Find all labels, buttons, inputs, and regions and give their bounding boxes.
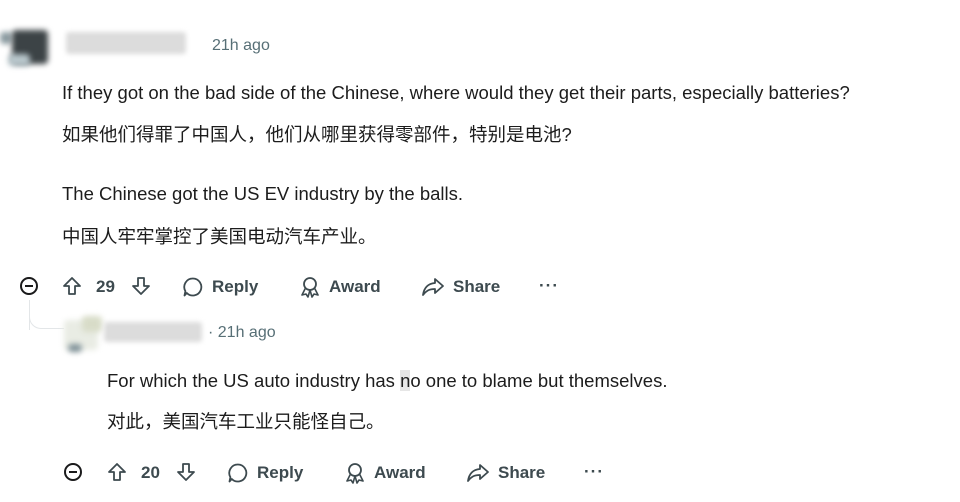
share-label: Share: [453, 277, 501, 296]
reply-timestamp: · 21h ago: [208, 324, 276, 341]
username-blurred[interactable]: [66, 32, 186, 54]
reply-downvote-button[interactable]: [176, 462, 196, 482]
speech-bubble-icon: [183, 277, 203, 297]
reply-avatar[interactable]: [64, 314, 104, 356]
upvote-button[interactable]: [62, 276, 82, 296]
reply-more-options-button[interactable]: ···: [584, 462, 604, 482]
arrow-up-icon: [63, 277, 81, 295]
reply-text-part-a: For which the US auto industry has: [107, 370, 401, 391]
vote-count: 29: [96, 277, 115, 296]
reply-text-line-2: 对此，美国汽车工业只能怪自己。: [107, 411, 385, 432]
reply-reply-label: Reply: [257, 463, 304, 482]
comment-timestamp: 21h ago: [212, 37, 270, 54]
arrow-down-icon: [132, 277, 150, 295]
reply-username-blurred[interactable]: [104, 322, 202, 342]
reply-share-button[interactable]: Share: [466, 462, 545, 484]
comment-text-line-4: 中国人牢牢掌控了美国电动汽车产业。: [62, 226, 377, 247]
downvote-button[interactable]: [131, 276, 151, 296]
reply-text-highlight: n: [400, 370, 411, 391]
reply-reply-button[interactable]: Reply: [227, 462, 303, 484]
reply-text-line-1: For which the US auto industry has no on…: [107, 370, 667, 392]
arrow-down-icon: [177, 463, 195, 481]
comment-text-line-3: The Chinese got the US EV industry by th…: [62, 183, 464, 204]
award-label: Award: [329, 277, 381, 296]
reply-award-label: Award: [374, 463, 426, 482]
speech-bubble-icon: [228, 463, 248, 483]
share-icon: [422, 278, 444, 296]
reply-collapse-thread-button[interactable]: [64, 463, 82, 481]
reply-text-part-b: o one to blame but themselves.: [410, 370, 668, 391]
award-icon: [301, 277, 319, 298]
reply-upvote-button[interactable]: [107, 462, 127, 482]
reply-button[interactable]: Reply: [182, 276, 258, 298]
thread-branch: [29, 306, 64, 329]
comment-text-line-2: 如果他们得罪了中国人，他们从哪里获得零部件，特别是电池?: [62, 124, 572, 145]
comment-text-line-1: If they got on the bad side of the Chine…: [62, 82, 850, 103]
collapse-thread-button[interactable]: [20, 277, 38, 295]
reply-share-label: Share: [498, 463, 546, 482]
more-options-button[interactable]: ···: [539, 276, 559, 296]
reply-vote-count: 20: [141, 463, 160, 482]
arrow-up-icon: [108, 463, 126, 481]
reply-label: Reply: [212, 277, 259, 296]
award-button[interactable]: Award: [299, 276, 381, 298]
reply-award-button[interactable]: Award: [344, 462, 426, 484]
award-icon: [346, 463, 364, 484]
share-icon: [467, 464, 489, 482]
avatar[interactable]: [0, 28, 50, 68]
share-button[interactable]: Share: [421, 276, 500, 298]
